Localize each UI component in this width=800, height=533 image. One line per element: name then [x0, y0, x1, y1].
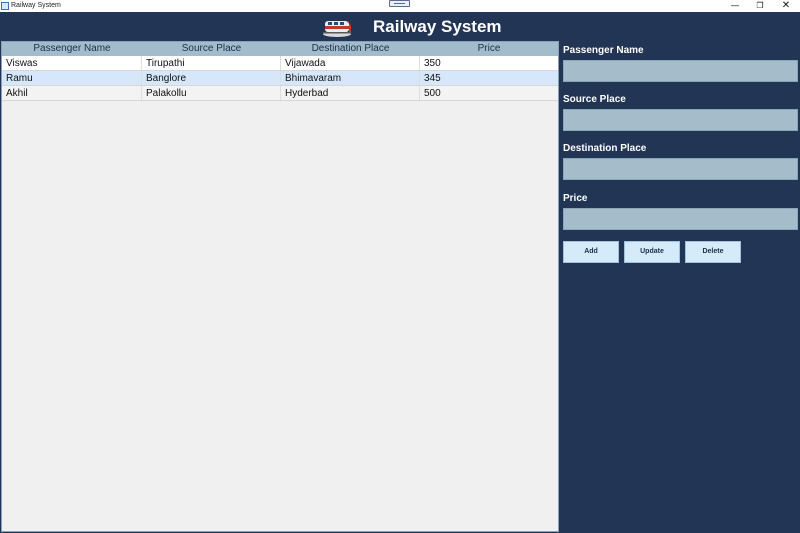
cell-destination-place: Vijawada — [281, 56, 420, 70]
add-button[interactable]: Add — [563, 241, 619, 263]
cell-source-place: Banglore — [142, 71, 281, 85]
cell-price: 345 — [424, 73, 441, 84]
cell-passenger-name: Ramu — [2, 71, 142, 85]
column-header-source-place[interactable]: Source Place — [142, 42, 281, 56]
window-titlebar: Railway System — ❐ ✕ — [0, 0, 800, 12]
cell-destination-place: Hyderbad — [281, 86, 420, 100]
column-header-price[interactable]: Price — [420, 42, 558, 56]
close-button[interactable]: ✕ — [772, 0, 800, 12]
column-header-destination-place[interactable]: Destination Place — [281, 42, 420, 56]
column-header-passenger-name[interactable]: Passenger Name — [2, 42, 142, 56]
passenger-name-input[interactable] — [563, 60, 798, 82]
cell-price: 350 — [424, 58, 441, 69]
price-input[interactable] — [563, 208, 798, 230]
cell-destination-place: Bhimavaram — [281, 71, 420, 85]
price-label: Price — [563, 193, 588, 204]
source-place-input[interactable] — [563, 109, 798, 131]
cell-source-place: Tirupathi — [142, 56, 281, 70]
table-row[interactable]: Viswas Tirupathi Vijawada 350 — [2, 56, 558, 71]
cell-passenger-name: Viswas — [2, 56, 142, 70]
minimize-button[interactable]: — — [721, 0, 749, 12]
update-button[interactable]: Update — [624, 241, 680, 263]
train-icon — [323, 21, 351, 37]
window-title: Railway System — [11, 2, 61, 9]
app-window-icon — [1, 2, 9, 10]
passenger-name-label: Passenger Name — [563, 45, 644, 56]
cell-price: 500 — [424, 88, 441, 99]
window-snap-grip-icon[interactable] — [389, 0, 410, 7]
table-row[interactable]: Akhil Palakollu Hyderbad 500 — [2, 86, 558, 101]
cell-passenger-name: Akhil — [2, 86, 142, 100]
maximize-button[interactable]: ❐ — [746, 0, 774, 12]
page-title: Railway System — [373, 17, 502, 36]
app-header: Railway System — [0, 12, 800, 41]
passenger-table[interactable]: Passenger Name Source Place Destination … — [1, 41, 559, 532]
source-place-label: Source Place — [563, 94, 626, 105]
delete-button[interactable]: Delete — [685, 241, 741, 263]
destination-place-input[interactable] — [563, 158, 798, 180]
table-header: Passenger Name Source Place Destination … — [2, 42, 558, 56]
destination-place-label: Destination Place — [563, 143, 647, 154]
table-row-selected[interactable]: Ramu Banglore Bhimavaram 345 — [2, 71, 558, 86]
cell-source-place: Palakollu — [142, 86, 281, 100]
